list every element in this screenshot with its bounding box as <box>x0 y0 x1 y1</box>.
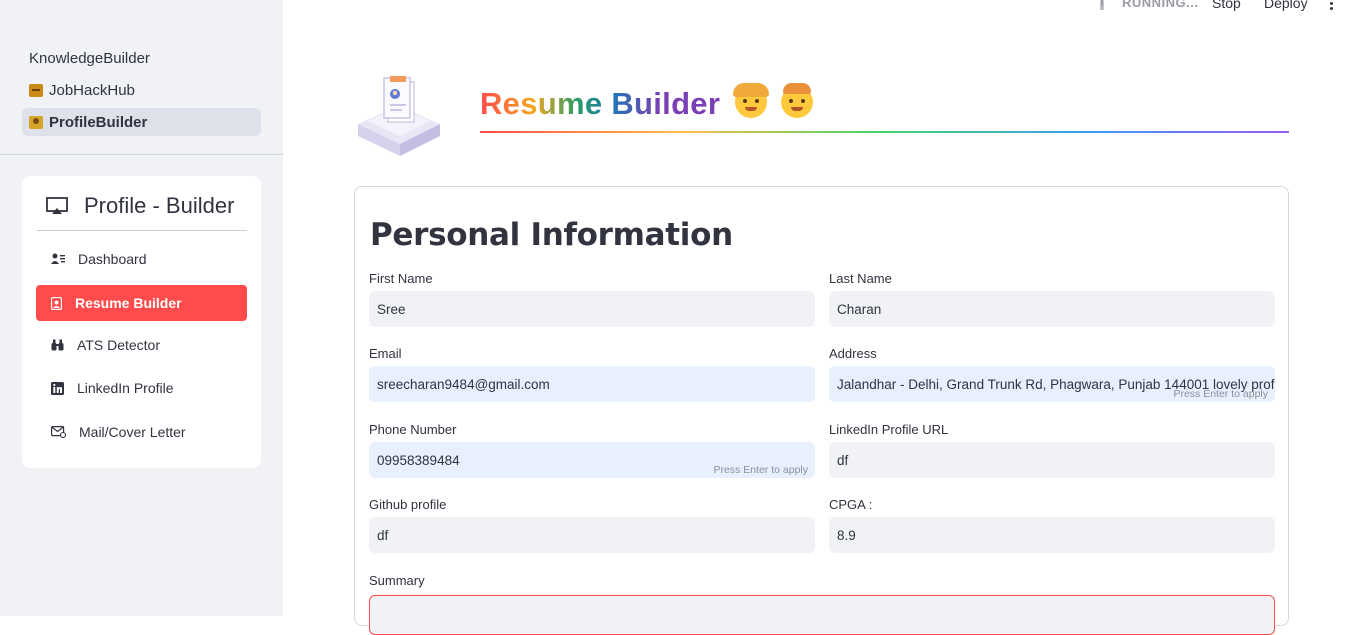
person-badge-icon <box>51 296 62 310</box>
cgpa-field: CPGA : 8.9 <box>829 497 1275 553</box>
person-lines-icon <box>51 253 65 264</box>
field-label: Phone Number <box>369 422 457 437</box>
running-man-icon <box>1100 0 1104 10</box>
page-link-label: ProfileBuilder <box>49 113 148 131</box>
github-field: Github profile df <box>369 497 815 553</box>
field-label: Address <box>829 346 877 361</box>
address-input[interactable]: Jalandhar - Delhi, Grand Trunk Rd, Phagw… <box>829 366 1275 402</box>
field-label: CPGA : <box>829 497 873 512</box>
option-menu: Profile - Builder Dashboard Resume Build… <box>22 176 261 468</box>
last-name-field: Last Name Charan <box>829 271 1275 327</box>
menu-title-divider <box>37 230 247 231</box>
first-name-field: First Name Sree <box>369 271 815 327</box>
menu-item-label: Mail/Cover Letter <box>79 424 186 440</box>
sidebar: KnowledgeBuilder JobHackHub ProfileBuild… <box>0 0 283 616</box>
main-menu-kebab-icon[interactable] <box>1330 0 1334 10</box>
email-field: Email sreecharan9484@gmail.com <box>369 346 815 402</box>
menu-item-label: LinkedIn Profile <box>77 380 174 396</box>
personal-info-form: Personal Information First Name Sree Las… <box>354 186 1289 635</box>
girl-emoji-icon <box>733 83 769 118</box>
person-emoji-icon <box>29 115 43 129</box>
phone-input-value: 09958389484 <box>377 452 460 468</box>
menu-item-label: Dashboard <box>78 251 147 267</box>
summary-field: Summary <box>369 573 815 593</box>
last-name-input[interactable]: Charan <box>829 291 1275 327</box>
menu-item-label: Resume Builder <box>75 295 182 311</box>
running-status: RUNNING... <box>1098 0 1199 10</box>
title-divider <box>480 131 1289 133</box>
page-link-label: JobHackHub <box>49 81 135 99</box>
address-field: Address Jalandhar - Delhi, Grand Trunk R… <box>829 346 1275 402</box>
field-label: LinkedIn Profile URL <box>829 422 949 437</box>
envelope-icon <box>51 426 66 438</box>
page-link-profilebuilder[interactable]: ProfileBuilder <box>22 108 261 136</box>
cgpa-input[interactable]: 8.9 <box>829 517 1275 553</box>
section-title: Personal Information <box>370 217 733 253</box>
field-label: Summary <box>369 573 425 588</box>
menu-item-mail-cover-letter[interactable]: Mail/Cover Letter <box>36 414 247 450</box>
field-label: First Name <box>369 271 433 286</box>
phone-input[interactable]: 09958389484 Press Enter to apply <box>369 442 815 478</box>
title-emojis <box>733 83 827 118</box>
page-title: Resume Builder <box>480 86 721 121</box>
linkedin-url-input[interactable]: df <box>829 442 1275 478</box>
linkedin-url-field: LinkedIn Profile URL df <box>829 422 1275 478</box>
field-label: Last Name <box>829 271 892 286</box>
menu-item-resume-builder[interactable]: Resume Builder <box>36 285 247 321</box>
first-name-input[interactable]: Sree <box>369 291 815 327</box>
menu-item-dashboard[interactable]: Dashboard <box>36 241 247 277</box>
deploy-button[interactable]: Deploy <box>1264 0 1308 11</box>
page-nav: KnowledgeBuilder JobHackHub ProfileBuild… <box>22 44 261 140</box>
page-link-knowledgebuilder[interactable]: KnowledgeBuilder <box>22 44 261 72</box>
phone-field: Phone Number 09958389484 Press Enter to … <box>369 422 815 478</box>
boy-emoji-icon <box>781 83 813 118</box>
press-enter-hint: Press Enter to apply <box>713 464 808 476</box>
sidebar-divider <box>0 154 283 155</box>
linkedin-icon <box>51 381 64 395</box>
github-input[interactable]: df <box>369 517 815 553</box>
menu-item-linkedin-profile[interactable]: LinkedIn Profile <box>36 370 247 406</box>
menu-title-text: Profile - Builder <box>84 193 235 218</box>
page-link-label: KnowledgeBuilder <box>29 49 150 67</box>
menu-item-label: ATS Detector <box>77 337 160 353</box>
field-label: Email <box>369 346 402 361</box>
briefcase-emoji-icon <box>29 83 43 97</box>
summary-textarea[interactable] <box>369 595 1275 635</box>
binoculars-icon <box>51 339 64 351</box>
resume-illustration-icon <box>358 76 440 156</box>
press-enter-hint: Press Enter to apply <box>1173 388 1268 400</box>
airplay-icon <box>46 197 68 214</box>
menu-title: Profile - Builder <box>46 193 234 219</box>
page-link-jobhackhub[interactable]: JobHackHub <box>22 76 261 104</box>
menu-item-ats-detector[interactable]: ATS Detector <box>36 327 247 363</box>
email-input[interactable]: sreecharan9484@gmail.com <box>369 366 815 402</box>
stop-button[interactable]: Stop <box>1212 0 1241 11</box>
running-status-text: RUNNING... <box>1122 0 1199 10</box>
field-label: Github profile <box>369 497 447 512</box>
